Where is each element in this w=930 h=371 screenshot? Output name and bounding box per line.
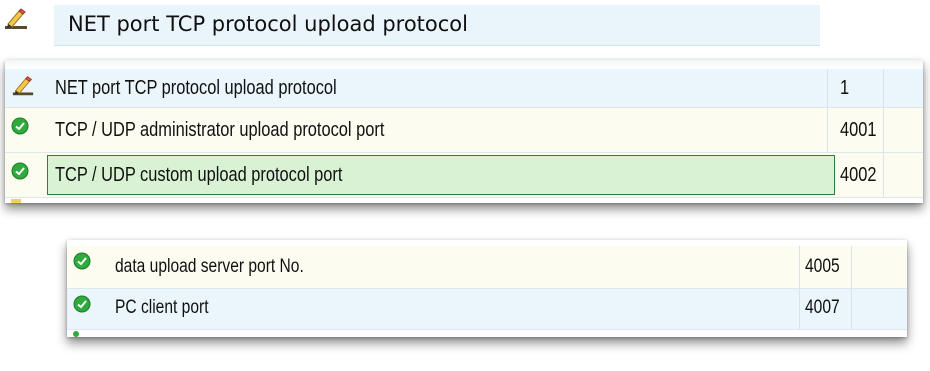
edit-icon: [5, 8, 27, 29]
check-circle-icon: [73, 252, 91, 270]
column-divider: [799, 246, 800, 288]
grid-row-selected[interactable]: TCP / UDP custom upload protocol port 40…: [5, 153, 923, 197]
grid-row[interactable]: NET port TCP protocol upload protocol 1: [5, 69, 923, 107]
row-value[interactable]: 4001: [840, 119, 876, 142]
edit-icon: [12, 76, 34, 96]
column-divider: [827, 108, 828, 152]
check-circle-icon: [11, 117, 29, 135]
row-icon-cell: [67, 246, 105, 288]
column-divider: [883, 153, 884, 197]
check-circle-icon: [11, 162, 29, 180]
row-icon-cell: [67, 289, 105, 329]
column-divider: [883, 108, 884, 152]
row-icon-cell: [5, 69, 43, 107]
row-value[interactable]: 4007: [805, 297, 840, 319]
row-value[interactable]: 4005: [805, 256, 840, 278]
row-value[interactable]: 1: [840, 77, 849, 100]
grid-row[interactable]: PC client port 4007: [67, 289, 907, 329]
column-divider: [851, 289, 852, 329]
grid-row[interactable]: data upload server port No. 4005: [67, 246, 907, 288]
property-grid-bottom: data upload server port No. 4005 PC clie…: [67, 240, 907, 337]
row-icon-cell: [5, 108, 43, 152]
row-divider: [5, 197, 923, 198]
cutoff-row-marker: [73, 331, 79, 337]
column-divider: [799, 289, 800, 329]
row-label: NET port TCP protocol upload protocol: [55, 77, 337, 99]
check-circle-icon: [73, 295, 91, 313]
property-title-bar: NET port TCP protocol upload protocol: [0, 0, 820, 46]
row-value[interactable]: 4002: [840, 164, 876, 187]
column-divider: [827, 69, 828, 107]
row-label: TCP / UDP custom upload protocol port: [55, 164, 343, 186]
grid-row[interactable]: TCP / UDP administrator upload protocol …: [5, 108, 923, 152]
row-divider: [67, 329, 907, 330]
row-label: data upload server port No.: [115, 256, 304, 277]
column-divider: [851, 246, 852, 288]
page-title: NET port TCP protocol upload protocol: [68, 12, 468, 36]
column-divider: [883, 69, 884, 107]
title-box: NET port TCP protocol upload protocol: [54, 5, 820, 46]
property-grid-top: NET port TCP protocol upload protocol 1 …: [5, 60, 923, 203]
row-label: PC client port: [115, 297, 209, 318]
row-label: TCP / UDP administrator upload protocol …: [55, 119, 385, 141]
cutoff-row-marker: [11, 199, 21, 203]
row-icon-cell: [5, 153, 43, 197]
